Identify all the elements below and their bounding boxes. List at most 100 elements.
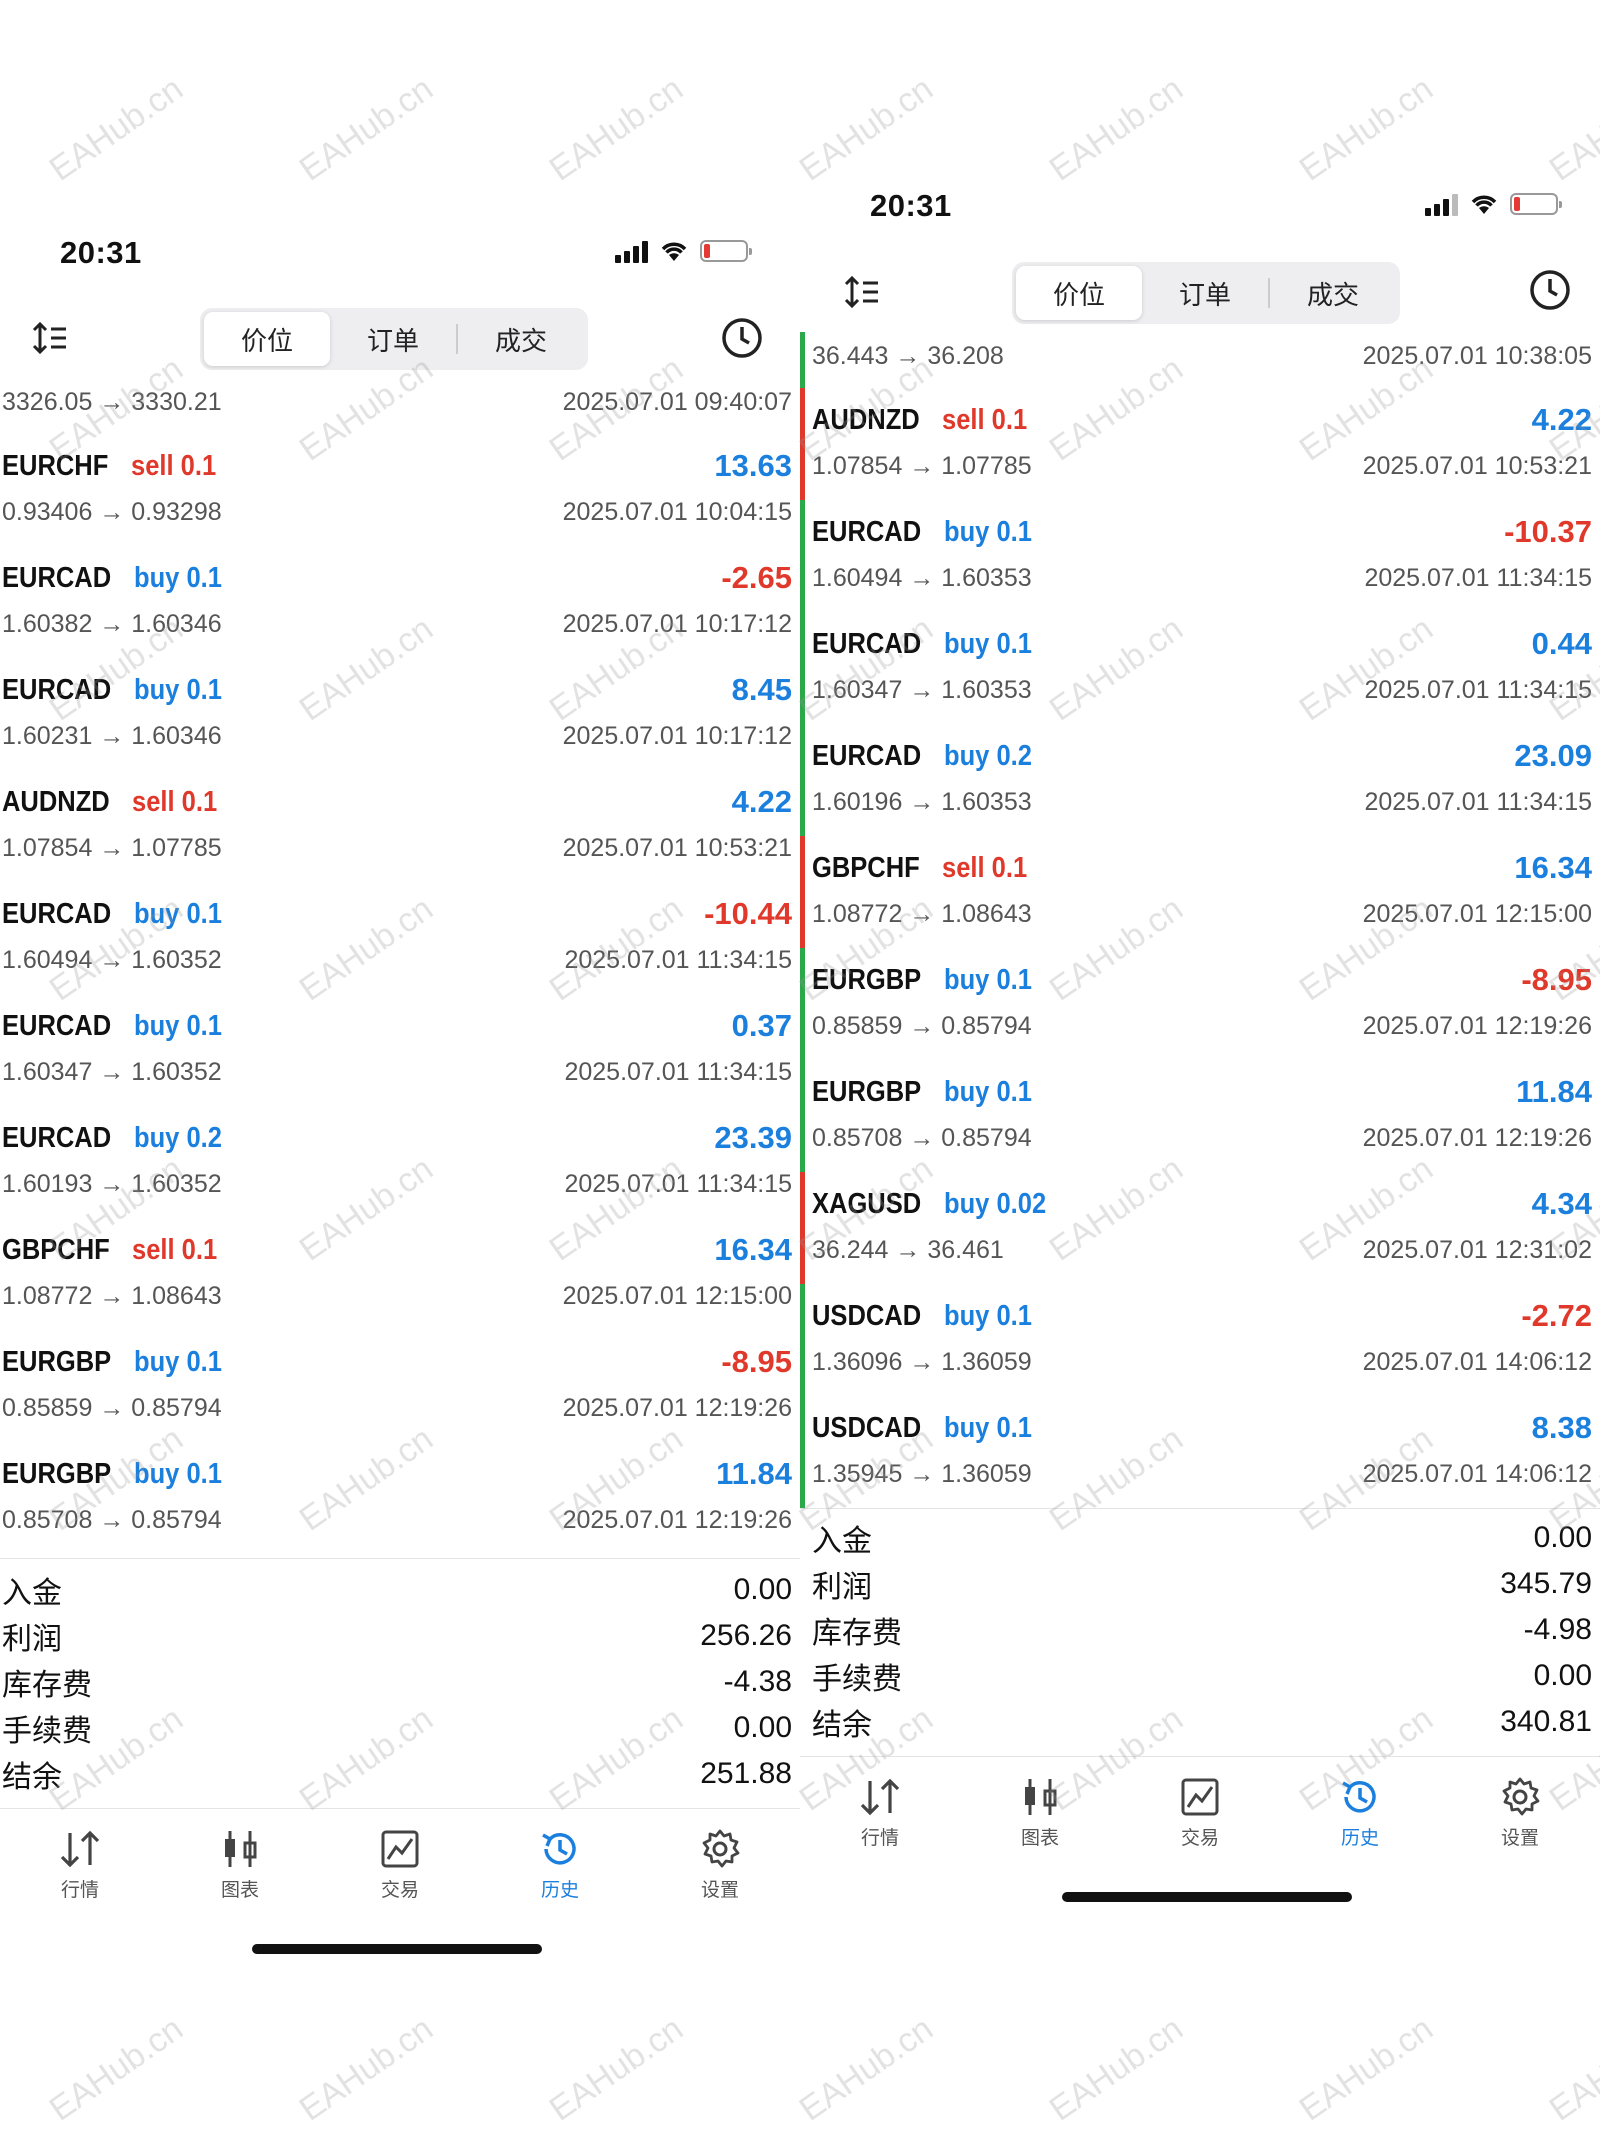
trade-direction-label: buy [944,963,990,996]
left-screenshot: 20:31 价位 订单 成交 3326.05 → 3330.21 2025.07… [0,0,800,2134]
tab-deals[interactable]: 成交 [1270,266,1396,320]
trade-symbol: EURCAD [812,739,922,772]
trade-prices: 0.85859 → 0.85794 [2,1393,222,1422]
trade-lot: 0.02 [996,1187,1047,1220]
trade-row[interactable]: XAGUSD buy 0.02 4.34 36.244 → 36.461 202… [800,1172,1600,1284]
nav-tab[interactable]: 历史 [1280,1757,1440,1856]
clock-icon[interactable] [1528,268,1572,312]
trade-direction: buy 0.1 [134,1346,222,1379]
trade-time: 2025.07.01 11:34:15 [1364,675,1592,704]
trade-prices: 1.60347 → 1.60352 [2,1057,222,1086]
tab-orders[interactable]: 订单 [330,312,456,366]
trade-direction: buy 0.1 [134,1458,222,1491]
trade-symbol: AUDNZD [2,785,110,818]
trade-prices: 1.60382 → 1.60346 [2,609,222,638]
trade-direction: sell 0.1 [942,852,1027,885]
tab-price[interactable]: 价位 [1016,266,1142,320]
trade-prices: 0.85859 → 0.85794 [812,1011,1032,1040]
quotes-icon [60,1830,100,1868]
trade-symbol: EURGBP [812,1075,922,1108]
nav-tab[interactable]: 图表 [960,1757,1120,1856]
trade-profit: 23.09 [1514,738,1592,773]
trade-time: 2025.07.01 10:53:21 [1362,451,1592,480]
trade-prices: 0.85708 → 0.85794 [812,1123,1032,1152]
row-marker [800,500,805,612]
trade-row[interactable]: EURCAD buy 0.1 -10.37 1.60494 → 1.60353 … [800,500,1600,612]
nav-tab-label: 交易 [380,1880,419,1901]
trade-row[interactable]: AUDNZD sell 0.1 4.22 1.07854 → 1.07785 2… [800,388,1600,500]
chart-icon [225,1831,257,1867]
trade-row[interactable]: USDCAD buy 0.1 8.38 1.35945 → 1.36059 20… [800,1396,1600,1508]
trade-direction: buy 0.1 [134,674,222,707]
trade-lot: 0.1 [186,1457,223,1490]
trade-row[interactable]: EURCAD buy 0.2 23.39 1.60193 → 1.60352 2… [0,1106,800,1218]
status-icons [615,239,752,263]
trade-prices: 1.60231 → 1.60346 [2,721,222,750]
trade-symbol: EURGBP [812,963,922,996]
trade-row[interactable]: EURGBP buy 0.1 11.84 0.85708 → 0.85794 2… [0,1442,800,1554]
trade-time: 2025.07.01 10:17:12 [562,609,792,638]
tab-price[interactable]: 价位 [204,312,330,366]
trade-row[interactable]: EURCAD buy 0.1 8.45 1.60231 → 1.60346 20… [0,658,800,770]
nav-tab[interactable]: 历史 [480,1809,640,1908]
trade-profit: -8.95 [1521,962,1592,997]
trade-profit: 0.44 [1531,626,1592,661]
trade-symbol: USDCAD [812,1411,922,1444]
trade-time: 2025.07.01 09:40:07 [562,387,792,416]
trade-row[interactable]: EURCAD buy 0.1 -10.44 1.60494 → 1.60352 … [0,882,800,994]
trade-symbol: EURCAD [2,1121,112,1154]
right-screenshot: 20:31 价位 订单 成交 36.443 → 36.208 2025.07.0… [800,0,1600,2134]
summary-row: 库存费 -4.98 [800,1607,1600,1653]
nav-tab[interactable]: 设置 [1440,1757,1600,1856]
trade-row[interactable]: EURCHF sell 0.1 13.63 0.93406 → 0.93298 … [0,434,800,546]
nav-tab[interactable]: 行情 [800,1757,960,1856]
summary-label: 结余 [812,1709,872,1742]
row-marker [800,1060,805,1172]
row-marker [800,388,805,500]
sort-icon[interactable] [842,272,882,312]
trade-time: 2025.07.01 11:34:15 [564,945,792,974]
trade-profit: 8.38 [1531,1410,1592,1445]
chart-icon [1025,1779,1057,1815]
trade-direction-label: buy [944,1187,990,1220]
trade-row[interactable]: USDCAD buy 0.1 -2.72 1.36096 → 1.36059 2… [800,1284,1600,1396]
trade-prices: 1.60494 → 1.60353 [812,563,1032,592]
trade-row[interactable]: AUDNZD sell 0.1 4.22 1.07854 → 1.07785 2… [0,770,800,882]
trade-lot: 0.1 [186,1345,223,1378]
row-marker [800,724,805,836]
summary-value: 0.00 [1533,1521,1592,1554]
trade-row[interactable]: EURCAD buy 0.1 0.44 1.60347 → 1.60353 20… [800,612,1600,724]
trade-row[interactable]: EURCAD buy 0.2 23.09 1.60196 → 1.60353 2… [800,724,1600,836]
trade-row[interactable]: GBPCHF sell 0.1 16.34 1.08772 → 1.08643 … [800,836,1600,948]
nav-tab[interactable]: 图表 [160,1809,320,1908]
trade-direction-label: buy [944,1411,990,1444]
sort-icon[interactable] [30,318,70,358]
nav-tab[interactable]: 行情 [0,1809,160,1908]
trade-row[interactable]: EURGBP buy 0.1 11.84 0.85708 → 0.85794 2… [800,1060,1600,1172]
trade-row-partial[interactable]: 3326.05 → 3330.21 2025.07.01 09:40:07 [0,378,800,434]
trade-row-partial[interactable]: 36.443 → 36.208 2025.07.01 10:38:05 [800,332,1600,388]
trade-lot: 0.2 [996,739,1033,772]
trade-row[interactable]: EURGBP buy 0.1 -8.95 0.85859 → 0.85794 2… [800,948,1600,1060]
trade-row[interactable]: GBPCHF sell 0.1 16.34 1.08772 → 1.08643 … [0,1218,800,1330]
nav-tab[interactable]: 交易 [1120,1757,1280,1856]
trade-row[interactable]: EURCAD buy 0.1 -2.65 1.60382 → 1.60346 2… [0,546,800,658]
trade-direction-label: sell [130,449,174,482]
trade-symbol: EURGBP [2,1457,112,1490]
trade-time: 2025.07.01 11:34:15 [1364,787,1592,816]
nav-tab[interactable]: 交易 [320,1809,480,1908]
summary-value: -4.38 [723,1665,792,1698]
summary-panel: 入金 0.00 利润 345.79 库存费 -4.98 手续费 0.00 结余 340.… [800,1508,1600,1745]
summary-row: 结余 251.88 [0,1751,800,1797]
clock-icon[interactable] [720,316,764,360]
trade-time: 2025.07.01 12:19:26 [1362,1011,1592,1040]
trade-row[interactable]: EURCAD buy 0.1 0.37 1.60347 → 1.60352 20… [0,994,800,1106]
trade-lot: 0.1 [180,449,216,482]
trade-prices: 36.443 → 36.208 [812,341,1004,370]
tab-deals[interactable]: 成交 [458,312,584,366]
trade-row[interactable]: EURGBP buy 0.1 -8.95 0.85859 → 0.85794 2… [0,1330,800,1442]
trade-symbol: EURCAD [812,515,922,548]
status-icons [1425,192,1562,216]
tab-orders[interactable]: 订单 [1142,266,1268,320]
nav-tab[interactable]: 设置 [640,1809,800,1908]
